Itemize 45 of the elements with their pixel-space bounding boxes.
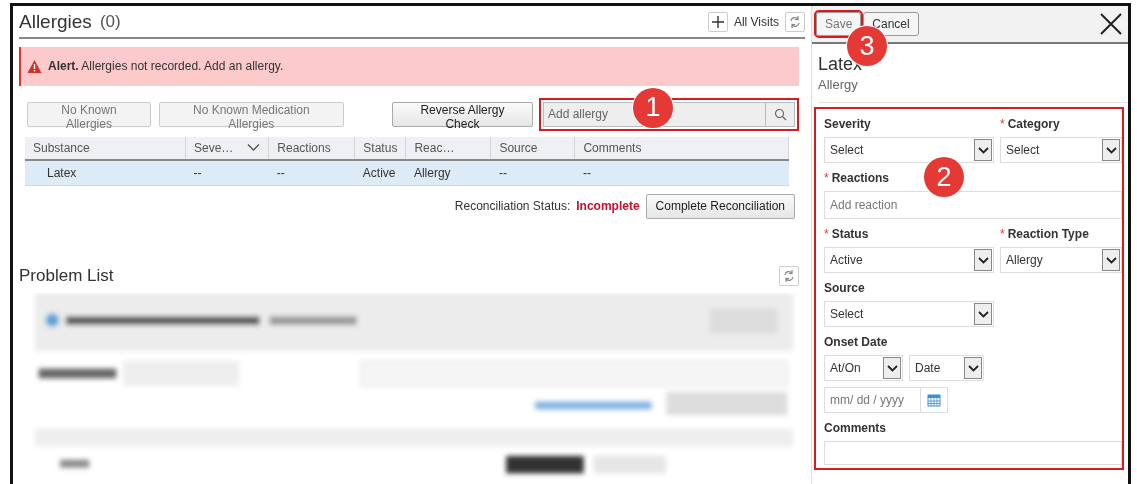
column-header[interactable]: Reac… [405, 136, 491, 160]
field-label: Reaction Type [1007, 227, 1089, 241]
required-asterisk: * [824, 227, 829, 241]
complete-reconciliation-button[interactable]: Complete Reconciliation [645, 193, 795, 219]
field-label: Onset Date [824, 335, 888, 349]
column-header[interactable]: Substance [25, 136, 186, 160]
table-cell: -- [268, 159, 355, 186]
date-field[interactable]: mm/ dd / yyyy [824, 387, 920, 413]
allergy-count: (0) [99, 11, 121, 32]
field-label: Comments [824, 421, 886, 435]
field-label: Category [1007, 117, 1060, 131]
dropdown[interactable]: Select [824, 137, 994, 163]
reconciliation-status: Incomplete [576, 199, 640, 214]
field-label: Source [824, 281, 865, 295]
section-title: Allergies [19, 10, 92, 33]
field-label: Reactions [831, 171, 890, 185]
table-cell: Allergy [405, 159, 491, 186]
field-label: Severity [824, 117, 871, 131]
dropdown[interactable]: At/On [824, 355, 903, 381]
allergy-type: Allergy [818, 77, 1128, 103]
action-button[interactable]: Reverse Allergy Check [391, 101, 533, 127]
table-cell: -- [185, 159, 269, 186]
table-cell: -- [490, 159, 575, 186]
required-asterisk: * [1000, 227, 1005, 241]
table-cell: Latex [25, 159, 186, 186]
dropdown[interactable]: Select [824, 301, 994, 327]
alert-message: Alert. Allergies not recorded. Add an allergy. [48, 59, 284, 74]
dropdown[interactable]: Active [824, 247, 994, 273]
column-header[interactable]: Source [490, 136, 575, 160]
field-label: Status [831, 227, 869, 241]
visit-filter-label[interactable]: All Visits [733, 14, 779, 29]
required-asterisk: * [824, 171, 829, 185]
reconciliation-label: Reconciliation Status: [454, 199, 571, 214]
reaction-input-field[interactable]: Add reaction [824, 191, 1122, 219]
column-header[interactable]: Status [354, 136, 406, 160]
required-asterisk: * [1000, 117, 1005, 131]
dropdown[interactable]: Date [909, 355, 984, 381]
column-header[interactable]: Reactions [268, 136, 355, 160]
dropdown[interactable]: Select [1000, 137, 1122, 163]
column-header[interactable]: Comments [574, 136, 789, 160]
save-button[interactable]: Save [816, 12, 862, 36]
step-number-overlay: 1 [633, 87, 673, 128]
table-cell: -- [574, 159, 789, 186]
section-title: Problem List [19, 266, 114, 287]
dropdown[interactable]: Allergy [1000, 247, 1122, 273]
